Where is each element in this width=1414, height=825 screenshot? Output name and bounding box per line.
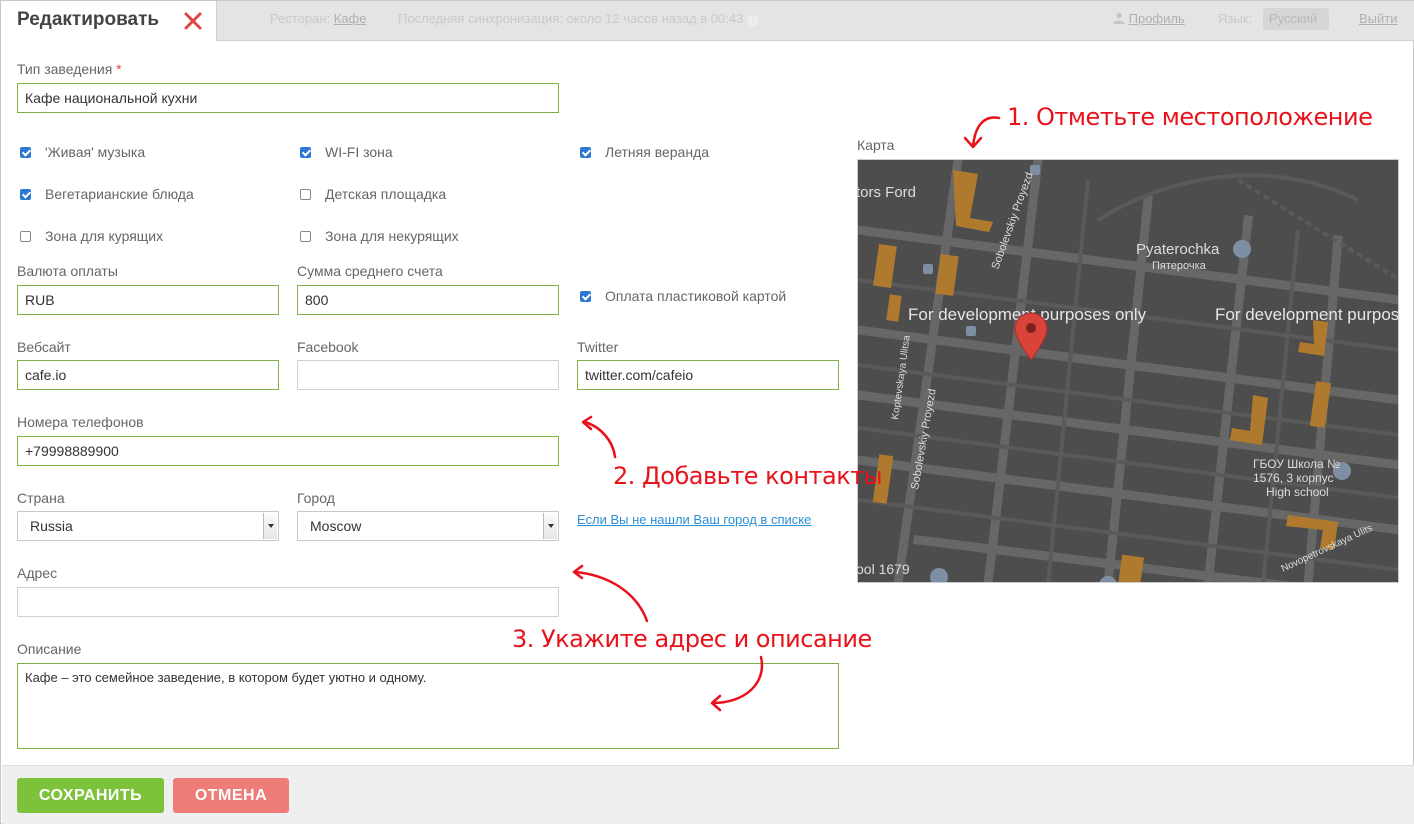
venue-type-label-text: Тип заведения (17, 61, 113, 77)
required-mark: * (116, 61, 122, 77)
map-canvas[interactable]: tors Ford Pyaterochka Пятерочка ГБОУ Шко… (858, 160, 1399, 583)
currency-label: Валюта оплаты (17, 263, 118, 279)
card-payment-option[interactable]: Оплата пластиковой картой (580, 288, 786, 304)
avg-check-label: Сумма среднего счета (297, 263, 443, 279)
step3-annotation: 3. Укажите адрес и описание (512, 625, 872, 653)
save-button[interactable]: СОХРАНИТЬ (17, 778, 164, 813)
language-label: Язык: (1218, 11, 1252, 26)
amenity-non-smoking-zone[interactable]: Зона для некурящих (300, 228, 459, 244)
facebook-label: Facebook (297, 339, 359, 355)
address-label: Адрес (17, 565, 58, 581)
wifi-label: WI-FI зона (325, 144, 393, 160)
step1-annotation: 1. Отметьте местоположение (1007, 103, 1373, 131)
amenity-vegetarian[interactable]: Вегетарианские блюда (20, 186, 194, 202)
website-input[interactable] (17, 360, 279, 390)
summer-veranda-checkbox[interactable] (580, 146, 591, 158)
sync-status: Последняя синхронизация: около 12 часов … (398, 11, 760, 27)
map-label-high-school: High school (1266, 485, 1329, 499)
smoking-zone-label: Зона для курящих (45, 228, 164, 244)
smoking-zone-checkbox[interactable] (20, 230, 31, 242)
country-value: Russia (30, 518, 73, 534)
arrow-to-address (573, 570, 649, 623)
map-label: Карта (857, 137, 895, 153)
avg-check-input[interactable] (297, 285, 559, 315)
logout-link[interactable]: Выйти (1359, 11, 1398, 26)
twitter-input[interactable] (577, 360, 839, 390)
country-label: Страна (17, 490, 65, 506)
amenity-live-music[interactable]: 'Живая' музыка (20, 144, 145, 160)
phones-label: Номера телефонов (17, 414, 144, 430)
chevron-down-icon[interactable] (543, 513, 557, 539)
map-label-koptevskaya: Koptevskaya Ulitsa (890, 334, 913, 420)
map-label-pyaterochka: Pyaterochka (1136, 241, 1220, 258)
playground-label: Детская площадка (325, 186, 447, 202)
website-label: Вебсайт (17, 339, 71, 355)
location-map[interactable]: tors Ford Pyaterochka Пятерочка ГБОУ Шко… (857, 159, 1399, 583)
description-textarea[interactable]: Кафе – это семейное заведение, в котором… (17, 663, 839, 749)
country-select[interactable]: Russia (17, 511, 279, 541)
map-label-school-building: 1576, 3 корпус (1253, 471, 1333, 485)
phones-input[interactable] (17, 436, 559, 466)
arrowhead-to-address (572, 564, 584, 580)
venue-type-input[interactable] (17, 83, 559, 113)
footer-bar: СОХРАНИТЬ ОТМЕНА (2, 765, 1414, 824)
map-label-school-1679: ool 1679 (858, 561, 910, 577)
non-smoking-zone-label: Зона для некурящих (325, 228, 459, 244)
facebook-input[interactable] (297, 360, 559, 390)
city-value: Moscow (310, 518, 362, 534)
arrowhead-to-map (963, 136, 983, 149)
vegetarian-checkbox[interactable] (20, 188, 31, 200)
wifi-checkbox[interactable] (300, 146, 311, 158)
sync-status-text: Последняя синхронизация: около 12 часов … (398, 11, 744, 26)
chevron-down-icon[interactable] (263, 513, 277, 539)
arrow-to-map (971, 116, 1001, 148)
currency-input[interactable] (17, 285, 279, 315)
card-payment-checkbox[interactable] (580, 290, 591, 302)
amenity-wifi[interactable]: WI-FI зона (300, 144, 393, 160)
map-label-school: ГБОУ Школа № (1253, 457, 1340, 471)
close-icon[interactable] (183, 11, 203, 31)
city-not-found-link[interactable]: Если Вы не нашли Ваш город в списке (577, 511, 817, 529)
description-label: Описание (17, 641, 82, 657)
playground-checkbox[interactable] (300, 188, 311, 200)
edit-tab[interactable]: Редактировать (1, 1, 217, 41)
vegetarian-label: Вегетарианские блюда (45, 186, 194, 202)
venue-type-label: Тип заведения * (17, 61, 122, 77)
edit-window: Редактировать Ресторан: Кафе Последняя с… (0, 0, 1414, 824)
language-select[interactable]: Русский (1263, 8, 1329, 30)
restaurant-label: Ресторан: (270, 11, 331, 26)
profile-area[interactable]: Профиль (1113, 11, 1185, 26)
amenity-smoking-zone[interactable]: Зона для курящих (20, 228, 163, 244)
tab-title: Редактировать (17, 9, 160, 30)
user-icon (1113, 12, 1125, 24)
arrowhead-to-contacts (581, 415, 593, 431)
amenity-playground[interactable]: Детская площадка (300, 186, 446, 202)
map-watermark-repeat: For development purposes only (1215, 305, 1399, 324)
amenity-summer-veranda[interactable]: Летняя веранда (580, 144, 709, 160)
restaurant-info: Ресторан: Кафе (270, 11, 366, 26)
info-icon[interactable]: i (747, 15, 760, 27)
top-bar: Редактировать Ресторан: Кафе Последняя с… (1, 1, 1414, 41)
restaurant-link[interactable]: Кафе (334, 11, 367, 26)
arrow-to-contacts (583, 420, 617, 459)
map-label-tors-ford: tors Ford (858, 184, 916, 201)
cancel-button[interactable]: ОТМЕНА (173, 778, 289, 813)
city-select[interactable]: Moscow (297, 511, 559, 541)
profile-link[interactable]: Профиль (1129, 11, 1185, 26)
address-input[interactable] (17, 587, 559, 617)
step2-annotation: 2. Добавьте контакты (613, 462, 883, 490)
summer-veranda-label: Летняя веранда (605, 144, 710, 160)
card-payment-label: Оплата пластиковой картой (605, 288, 787, 304)
live-music-label: 'Живая' музыка (45, 144, 146, 160)
city-label: Город (297, 490, 335, 506)
live-music-checkbox[interactable] (20, 146, 31, 158)
map-label-pyaterochka-ru: Пятерочка (1152, 260, 1207, 272)
twitter-label: Twitter (577, 339, 619, 355)
non-smoking-zone-checkbox[interactable] (300, 230, 311, 242)
